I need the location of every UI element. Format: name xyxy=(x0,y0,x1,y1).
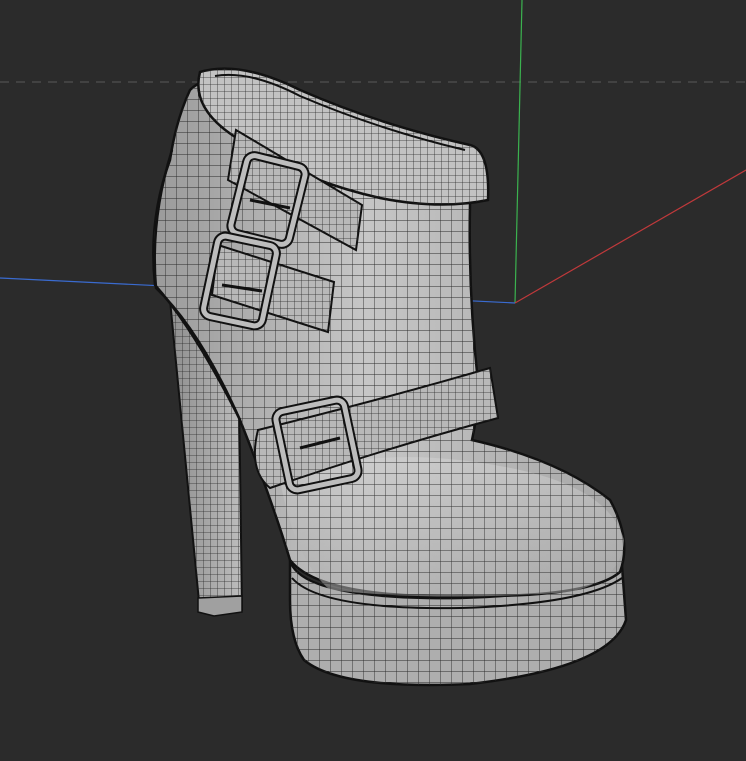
viewport-canvas[interactable] xyxy=(0,0,746,761)
axis-y-line xyxy=(514,0,523,304)
3d-viewport[interactable] xyxy=(0,0,746,761)
axis-x-line xyxy=(514,169,746,304)
boot-model[interactable] xyxy=(152,67,628,687)
